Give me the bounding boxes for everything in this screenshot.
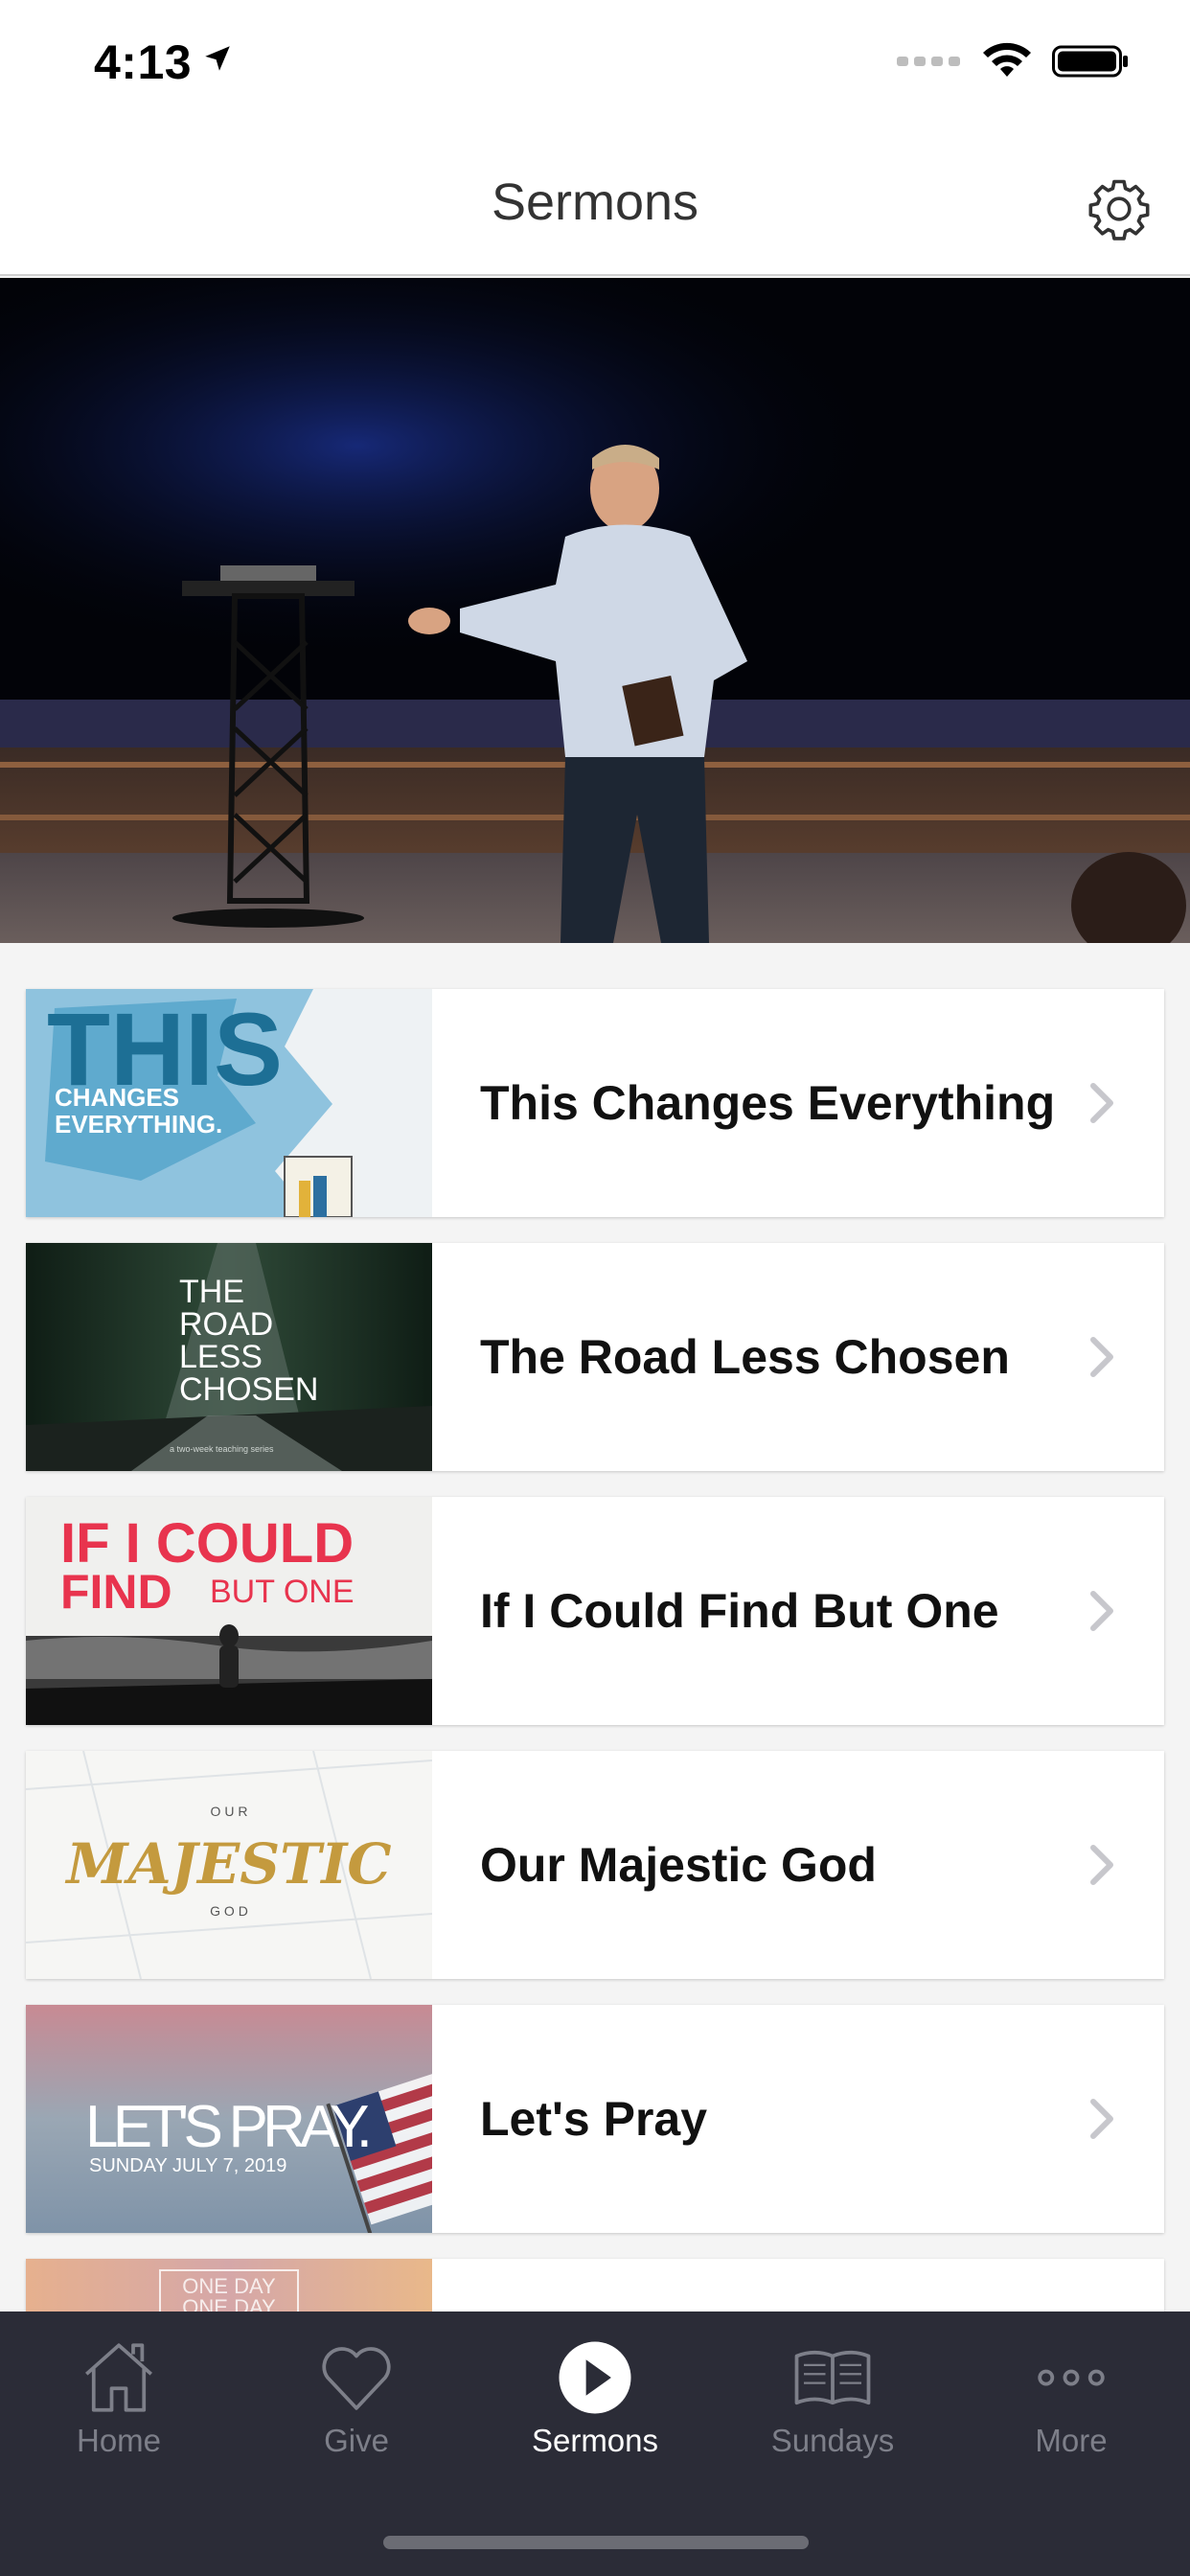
tab-label: Home (76, 2423, 162, 2458)
thumb-word-3: LESS (179, 1339, 263, 1375)
chevron-right-icon (1090, 1591, 1113, 1631)
chevron-right-icon (1090, 2099, 1113, 2139)
thumb-line-2: EVERYTHING. (55, 1110, 222, 1138)
navigation-bar: Sermons (0, 125, 1190, 276)
sermon-thumbnail: IF I COULD FIND BUT ONE (26, 1497, 432, 1725)
thumb-bottom-text: G O D (210, 1903, 248, 1919)
tab-sermons[interactable]: Sermons (476, 2312, 714, 2494)
sermon-thumbnail: LET'S PRAY. SUNDAY JULY 7, 2019 (26, 2005, 432, 2233)
battery-icon (1052, 45, 1128, 78)
chevron-right-icon (1090, 1845, 1113, 1885)
wifi-icon (983, 42, 1031, 77)
featured-sermon-image[interactable] (0, 278, 1190, 943)
sermon-title: This Changes Everything (480, 1076, 1056, 1130)
thumb-top-text: O U R (211, 1804, 248, 1819)
heart-icon (322, 2347, 391, 2410)
thumb-word-2: ROAD (179, 1306, 273, 1343)
sermon-card-the-road-less-chosen[interactable]: THE ROAD LESS CHOSEN a two-week teaching… (26, 1243, 1164, 1471)
status-time: 4:13 (94, 35, 193, 89)
sermon-thumbnail: O U R MAJESTIC G O D (26, 1751, 432, 1979)
chevron-right-icon (1090, 1083, 1113, 1123)
chevron-right-icon (1090, 1337, 1113, 1377)
thumb-line-2b: BUT ONE (210, 1574, 355, 1610)
thumb-subtitle: SUNDAY JULY 7, 2019 (89, 2155, 286, 2176)
location-arrow-icon (205, 46, 230, 71)
sermon-card-lets-pray[interactable]: LET'S PRAY. SUNDAY JULY 7, 2019 Let's Pr… (26, 2005, 1164, 2233)
more-icon (1038, 2369, 1105, 2386)
thumb-big-text: MAJESTIC (64, 1831, 391, 1897)
sermon-card-this-changes-everything[interactable]: THIS CHANGES EVERYTHING. This Changes Ev… (26, 989, 1164, 1217)
sermon-title: The Road Less Chosen (480, 1330, 1010, 1384)
home-indicator[interactable] (383, 2536, 809, 2549)
sermon-thumbnail: THIS CHANGES EVERYTHING. (26, 989, 432, 1217)
thumb-big-text: LET'S PRAY. (85, 2094, 373, 2160)
home-icon (85, 2343, 152, 2412)
status-indicators (897, 42, 1129, 80)
sermon-title: Let's Pray (480, 2092, 708, 2146)
sermon-title: If I Could Find But One (480, 1584, 999, 1638)
status-bar: 4:13 (0, 0, 1190, 125)
tab-give[interactable]: Give (238, 2312, 475, 2494)
thumb-line-2a: FIND (60, 1565, 172, 1619)
thumb-line-1: CHANGES (55, 1083, 179, 1112)
tab-sundays[interactable]: Sundays (714, 2312, 951, 2494)
tab-label: Give (324, 2423, 389, 2458)
sermon-title: Our Majestic God (480, 1838, 877, 1892)
thumb-subtitle: a two-week teaching series (170, 1444, 274, 1454)
tab-more[interactable]: More (952, 2312, 1190, 2494)
play-icon (559, 2341, 631, 2414)
page-title: Sermons (491, 173, 699, 231)
settings-gear-icon[interactable] (1085, 174, 1154, 243)
sermon-card-our-majestic-god[interactable]: O U R MAJESTIC G O D Our Majestic God (26, 1751, 1164, 1979)
sermon-card-if-i-could-find-but-one[interactable]: IF I COULD FIND BUT ONE If I Could Find … (26, 1497, 1164, 1725)
tab-label: Sermons (531, 2423, 659, 2458)
sermon-thumbnail: THE ROAD LESS CHOSEN a two-week teaching… (26, 1243, 432, 1471)
tab-label: More (1035, 2423, 1108, 2458)
sermon-list: THIS CHANGES EVERYTHING. This Changes Ev… (26, 989, 1164, 2513)
tab-home[interactable]: Home (0, 2312, 238, 2494)
book-icon (794, 2350, 871, 2405)
thumb-word-4: CHOSEN (179, 1371, 318, 1408)
thumb-word-1: THE (179, 1274, 244, 1310)
cellular-signal-icon (897, 57, 960, 66)
tab-label: Sundays (770, 2423, 895, 2458)
